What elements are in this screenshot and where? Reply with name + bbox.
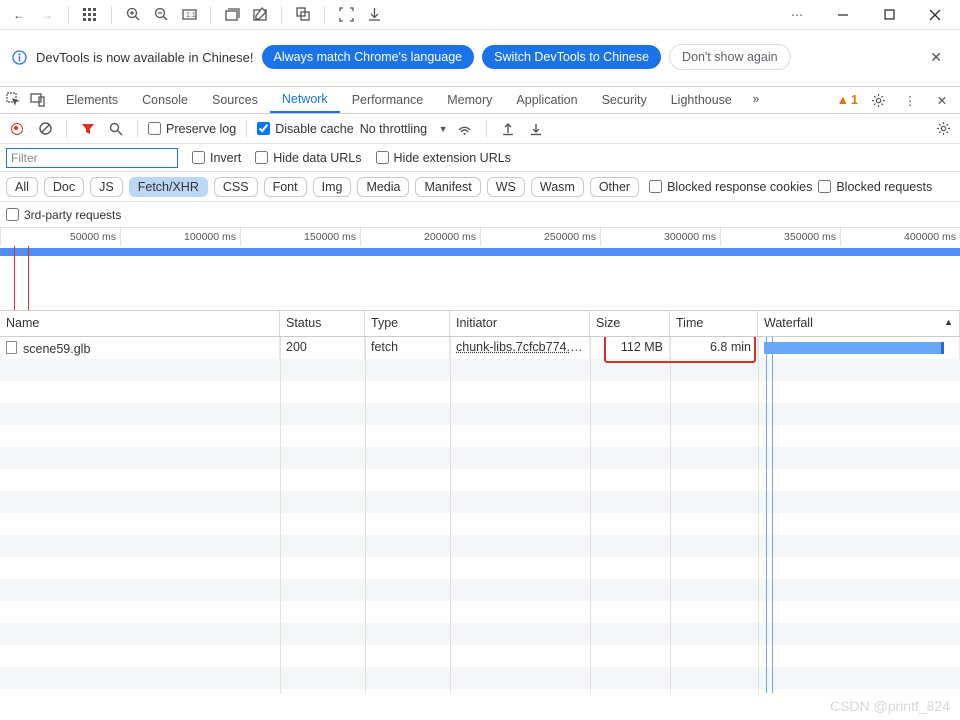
chip-manifest[interactable]: Manifest [415, 177, 480, 197]
chip-fetch-xhr[interactable]: Fetch/XHR [129, 177, 208, 197]
dont-show-again-button[interactable]: Don't show again [669, 44, 791, 70]
third-party-checkbox[interactable]: 3rd-party requests [6, 208, 121, 222]
new-tab-icon[interactable] [219, 2, 245, 28]
blocked-requests-checkbox[interactable]: Blocked requests [818, 180, 932, 194]
language-info-bar: DevTools is now available in Chinese! Al… [0, 30, 960, 86]
copy-icon[interactable] [290, 2, 316, 28]
chip-media[interactable]: Media [357, 177, 409, 197]
annotation-highlight [604, 337, 756, 363]
type-filter-chips: All Doc JS Fetch/XHR CSS Font Img Media … [0, 172, 960, 202]
edit-icon[interactable] [247, 2, 273, 28]
chip-css[interactable]: CSS [214, 177, 258, 197]
chip-ws[interactable]: WS [487, 177, 525, 197]
watermark: CSDN @printf_824 [830, 698, 950, 714]
col-size[interactable]: Size [590, 311, 670, 336]
chip-js[interactable]: JS [90, 177, 123, 197]
clear-button[interactable] [34, 118, 56, 140]
file-icon [6, 341, 17, 354]
network-settings-icon[interactable] [932, 118, 954, 140]
third-party-row: 3rd-party requests [0, 202, 960, 228]
kebab-menu-icon[interactable]: ⋮ [898, 88, 922, 112]
tab-lighthouse[interactable]: Lighthouse [659, 87, 744, 113]
upload-har-icon[interactable] [497, 118, 519, 140]
col-time[interactable]: Time [670, 311, 758, 336]
tab-security[interactable]: Security [590, 87, 659, 113]
network-table-header: Name Status Type Initiator Size Time Wat… [0, 311, 960, 337]
network-toolbar: Preserve log Disable cache No throttling… [0, 114, 960, 144]
waterfall-bar [764, 342, 944, 354]
network-table-body: scene59.glb 200 fetch chunk-libs.7cfcb77… [0, 337, 960, 693]
hide-extension-urls-checkbox[interactable]: Hide extension URLs [376, 151, 511, 165]
col-waterfall[interactable]: Waterfall▲ [758, 311, 960, 336]
col-status[interactable]: Status [280, 311, 365, 336]
chip-wasm[interactable]: Wasm [531, 177, 584, 197]
cell-status: 200 [280, 337, 365, 359]
invert-checkbox[interactable]: Invert [192, 151, 241, 165]
timeline-overview[interactable]: 50000 ms 100000 ms 150000 ms 200000 ms 2… [0, 228, 960, 311]
info-close-icon[interactable]: ✕ [922, 45, 950, 70]
chip-font[interactable]: Font [264, 177, 307, 197]
switch-language-button[interactable]: Switch DevTools to Chinese [482, 45, 661, 69]
download-icon[interactable] [361, 2, 387, 28]
tab-sources[interactable]: Sources [200, 87, 270, 113]
network-conditions-icon[interactable] [454, 118, 476, 140]
sort-indicator-icon: ▲ [944, 317, 953, 327]
zoom-out-icon[interactable] [148, 2, 174, 28]
apps-icon[interactable] [77, 2, 103, 28]
close-button[interactable] [922, 2, 948, 28]
devtools-close-icon[interactable]: ✕ [930, 88, 954, 112]
actual-size-icon[interactable]: 1:1 [176, 2, 202, 28]
info-text: DevTools is now available in Chinese! [36, 50, 254, 65]
cell-name: scene59.glb [0, 337, 280, 359]
tab-performance[interactable]: Performance [340, 87, 436, 113]
zoom-in-icon[interactable] [120, 2, 146, 28]
initiator-link[interactable]: chunk-libs.7cfcb774.j… [456, 340, 585, 354]
col-name[interactable]: Name [0, 311, 280, 336]
chip-doc[interactable]: Doc [44, 177, 84, 197]
overflow-icon[interactable]: ⋯ [784, 2, 810, 28]
cell-initiator: chunk-libs.7cfcb774.j… [450, 337, 590, 359]
timeline-track [0, 246, 960, 310]
download-har-icon[interactable] [525, 118, 547, 140]
table-row[interactable]: scene59.glb 200 fetch chunk-libs.7cfcb77… [0, 337, 960, 359]
chip-all[interactable]: All [6, 177, 38, 197]
chip-img[interactable]: Img [313, 177, 352, 197]
disable-cache-checkbox[interactable]: Disable cache [257, 122, 354, 136]
device-toggle-icon[interactable] [26, 88, 50, 112]
timeline-ruler: 50000 ms 100000 ms 150000 ms 200000 ms 2… [0, 228, 960, 246]
hide-data-urls-checkbox[interactable]: Hide data URLs [255, 151, 361, 165]
maximize-button[interactable] [876, 2, 902, 28]
record-button[interactable] [6, 118, 28, 140]
inspect-icon[interactable] [2, 88, 26, 112]
info-icon [10, 48, 28, 66]
tab-network[interactable]: Network [270, 87, 340, 113]
svg-text:1:1: 1:1 [186, 12, 196, 19]
forward-button[interactable]: → [34, 2, 60, 28]
throttling-select[interactable]: No throttling ▼ [360, 122, 448, 136]
col-initiator[interactable]: Initiator [450, 311, 590, 336]
preserve-log-checkbox[interactable]: Preserve log [148, 122, 236, 136]
tab-elements[interactable]: Elements [54, 87, 130, 113]
always-match-button[interactable]: Always match Chrome's language [262, 45, 475, 69]
search-icon[interactable] [105, 118, 127, 140]
filter-input[interactable] [6, 148, 178, 168]
devtools-tabbar: Elements Console Sources Network Perform… [0, 86, 960, 114]
chip-other[interactable]: Other [590, 177, 639, 197]
settings-gear-icon[interactable] [866, 88, 890, 112]
tab-memory[interactable]: Memory [435, 87, 504, 113]
window-toolbar: ← → 1:1 ⋯ [0, 0, 960, 30]
tab-application[interactable]: Application [504, 87, 589, 113]
filter-row: Invert Hide data URLs Hide extension URL… [0, 144, 960, 172]
filter-toggle-icon[interactable] [77, 118, 99, 140]
fullscreen-icon[interactable] [333, 2, 359, 28]
blocked-cookies-checkbox[interactable]: Blocked response cookies [649, 180, 812, 194]
warnings-badge[interactable]: ▲1 [837, 93, 858, 107]
tab-console[interactable]: Console [130, 87, 200, 113]
cell-waterfall [758, 337, 960, 359]
minimize-button[interactable] [830, 2, 856, 28]
col-type[interactable]: Type [365, 311, 450, 336]
back-button[interactable]: ← [6, 2, 32, 28]
tabs-overflow-icon[interactable]: » [744, 87, 768, 111]
cell-type: fetch [365, 337, 450, 359]
